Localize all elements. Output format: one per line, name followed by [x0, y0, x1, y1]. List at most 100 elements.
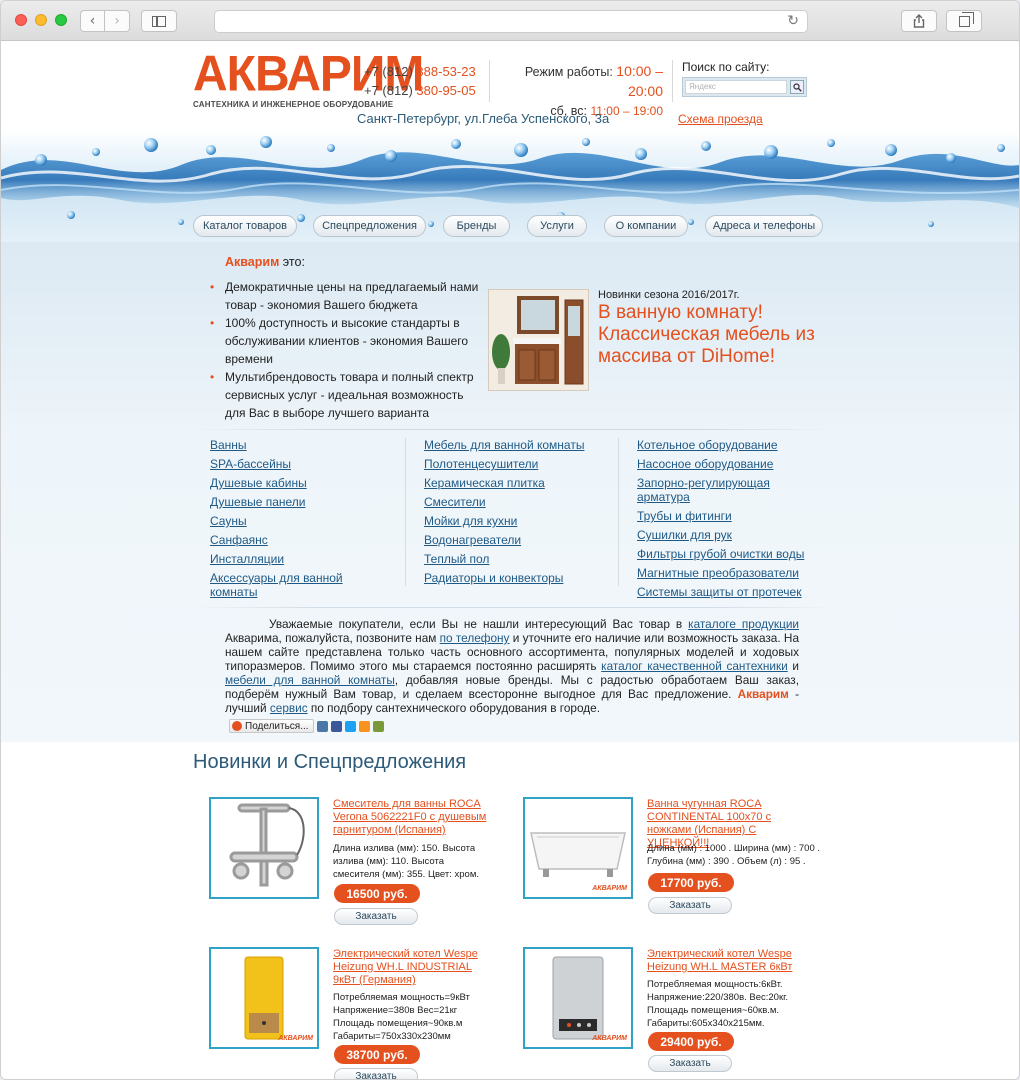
social-share-bar: Поделиться...	[229, 719, 384, 733]
share-button[interactable]	[901, 10, 937, 32]
water-banner	[1, 130, 1019, 242]
category-link[interactable]: Фильтры грубой очистки воды	[637, 547, 804, 561]
nav-services[interactable]: Услуги	[527, 215, 587, 237]
text: и	[787, 659, 799, 673]
service-link[interactable]: сервис	[270, 701, 308, 715]
share-button[interactable]: Поделиться...	[229, 719, 314, 733]
category-link[interactable]: Запорно-регулирующая арматура	[637, 476, 770, 504]
category-link[interactable]: Магнитные преобразователи	[637, 566, 799, 580]
search-box: Яндекс	[682, 77, 807, 97]
tabs-icon	[958, 11, 974, 27]
phone-link[interactable]: по телефону	[440, 631, 510, 645]
product-image[interactable]: АКВАРИМ	[209, 947, 319, 1049]
odnoklassniki-icon[interactable]	[358, 720, 370, 732]
product-image[interactable]: АКВАРИМ	[523, 947, 633, 1049]
bathtub-icon	[530, 832, 626, 877]
order-button[interactable]: Заказать	[648, 1055, 732, 1072]
category-link[interactable]: Насосное оборудование	[637, 457, 773, 471]
product-price: 17700 руб.	[648, 873, 734, 892]
order-button[interactable]: Заказать	[334, 908, 418, 925]
share-icon	[232, 721, 242, 731]
bathroom-furniture-icon	[489, 290, 588, 390]
benefits-list: Демократичные цены на предлагаемый нами …	[210, 278, 485, 422]
category-link[interactable]: Мебель для ванной комнаты	[424, 438, 584, 452]
category-link[interactable]: Инсталляции	[210, 552, 284, 566]
product-image[interactable]: АКВАРИМ	[523, 797, 633, 899]
benefit-item: Демократичные цены на предлагаемый нами …	[210, 278, 485, 314]
back-button[interactable]: ‹	[80, 10, 105, 32]
zoom-window-button[interactable]	[55, 14, 67, 26]
promo-furniture-image[interactable]	[488, 289, 589, 391]
nav-catalog[interactable]: Каталог товаров	[193, 215, 297, 237]
category-link[interactable]: Мойки для кухни	[424, 514, 517, 528]
category-link[interactable]: Водонагреватели	[424, 533, 521, 547]
nav-about[interactable]: О компании	[604, 215, 688, 237]
twitter-icon[interactable]	[344, 720, 356, 732]
category-link[interactable]: Сушилки для рук	[637, 528, 732, 542]
water-wave-graphic	[1, 136, 1019, 227]
forward-button[interactable]: ›	[105, 10, 130, 32]
close-window-button[interactable]	[15, 14, 27, 26]
catalog-link[interactable]: каталоге продукции	[688, 617, 799, 631]
category-link[interactable]: Системы защиты от протечек	[637, 585, 801, 599]
product-description: Потребляемая мощность=9кВт Напряжение=38…	[333, 992, 470, 1042]
phone-prefix: +7 (812)	[364, 83, 413, 98]
category-link[interactable]: Теплый пол	[424, 552, 489, 566]
category-link[interactable]: Керамическая плитка	[424, 476, 545, 490]
category-link[interactable]: Сауны	[210, 514, 247, 528]
category-column-1: Ванны SPA-бассейны Душевые кабины Душевы…	[210, 438, 380, 604]
plumbing-catalog-link[interactable]: каталог качественной сантехники	[601, 659, 788, 673]
phone-number[interactable]: 380-95-05	[416, 83, 475, 98]
phone-prefix: +7 (812)	[364, 64, 413, 79]
search-button[interactable]	[790, 80, 804, 94]
directions-link[interactable]: Схема проезда	[678, 112, 763, 126]
category-link[interactable]: SPA-бассейны	[210, 457, 291, 471]
intro-suffix: это:	[279, 255, 305, 269]
phone-block: +7 (812) 388-53-23 +7 (812) 380-95-05	[364, 62, 476, 100]
bathroom-furniture-link[interactable]: мебели для ванной комнаты	[225, 673, 395, 687]
web-page: АКВАРИМ САНТЕХНИКА И ИНЖЕНЕРНОЕ ОБОРУДОВ…	[1, 42, 1019, 1079]
product-name[interactable]: Смеситель для ванны ROCA Verona 5062221F…	[333, 798, 493, 837]
share-label: Поделиться...	[245, 720, 309, 732]
text: Уважаемые покупатели, если Вы не нашли и…	[269, 617, 689, 631]
category-link[interactable]: Ванны	[210, 438, 247, 452]
sidebar-toggle-button[interactable]	[141, 10, 177, 32]
promo-title[interactable]: В ванную комнату! Классическая мебель из…	[598, 302, 828, 368]
address-bar[interactable]: ↻	[214, 10, 808, 33]
category-link[interactable]: Санфаянс	[210, 533, 268, 547]
facebook-icon[interactable]	[330, 720, 342, 732]
hours-label: Режим работы:	[524, 65, 613, 79]
category-link[interactable]: Смесители	[424, 495, 486, 509]
search-input[interactable]: Яндекс	[685, 80, 788, 94]
nav-special-offers[interactable]: Спецпредложения	[313, 215, 426, 237]
nav-contacts[interactable]: Адреса и телефоны	[705, 215, 823, 237]
category-link[interactable]: Котельное оборудование	[637, 438, 778, 452]
mailru-icon[interactable]	[372, 720, 384, 732]
minimize-window-button[interactable]	[35, 14, 47, 26]
nav-brands[interactable]: Бренды	[443, 215, 510, 237]
category-link[interactable]: Радиаторы и конвекторы	[424, 571, 563, 585]
product-image[interactable]	[209, 797, 319, 899]
product-name[interactable]: Электрический котел Wespe Heizung WH.L I…	[333, 948, 493, 987]
divider	[193, 607, 833, 608]
chevron-right-icon: ›	[114, 13, 120, 29]
reload-icon[interactable]: ↻	[787, 13, 799, 29]
info-paragraph: Уважаемые покупатели, если Вы не нашли и…	[225, 617, 799, 715]
benefit-item: Мультибрендовость товара и полный спектр…	[210, 368, 485, 422]
order-button[interactable]: Заказать	[334, 1068, 418, 1079]
benefit-item: 100% доступность и высокие стандарты в о…	[210, 314, 485, 368]
order-button[interactable]: Заказать	[648, 897, 732, 914]
category-link[interactable]: Душевые панели	[210, 495, 305, 509]
category-link[interactable]: Аксессуары для ванной комнаты	[210, 571, 343, 599]
category-link[interactable]: Душевые кабины	[210, 476, 307, 490]
category-link[interactable]: Трубы и фитинги	[637, 509, 732, 523]
faucet-icon	[229, 803, 305, 887]
product-name[interactable]: Электрический котел Wespe Heizung WH.L M…	[647, 948, 807, 974]
phone-number[interactable]: 388-53-23	[416, 64, 475, 79]
tabs-overview-button[interactable]	[946, 10, 982, 32]
vk-icon[interactable]	[316, 720, 328, 732]
intro-heading: Акварим это:	[225, 255, 305, 269]
browser-window: ‹ › ↻ АКВАРИМ САНТЕХНИКА И ИНЖЕНЕРНОЕ ОБ…	[0, 0, 1020, 1080]
category-column-3: Котельное оборудование Насосное оборудов…	[637, 438, 817, 604]
category-link[interactable]: Полотенцесушители	[424, 457, 538, 471]
